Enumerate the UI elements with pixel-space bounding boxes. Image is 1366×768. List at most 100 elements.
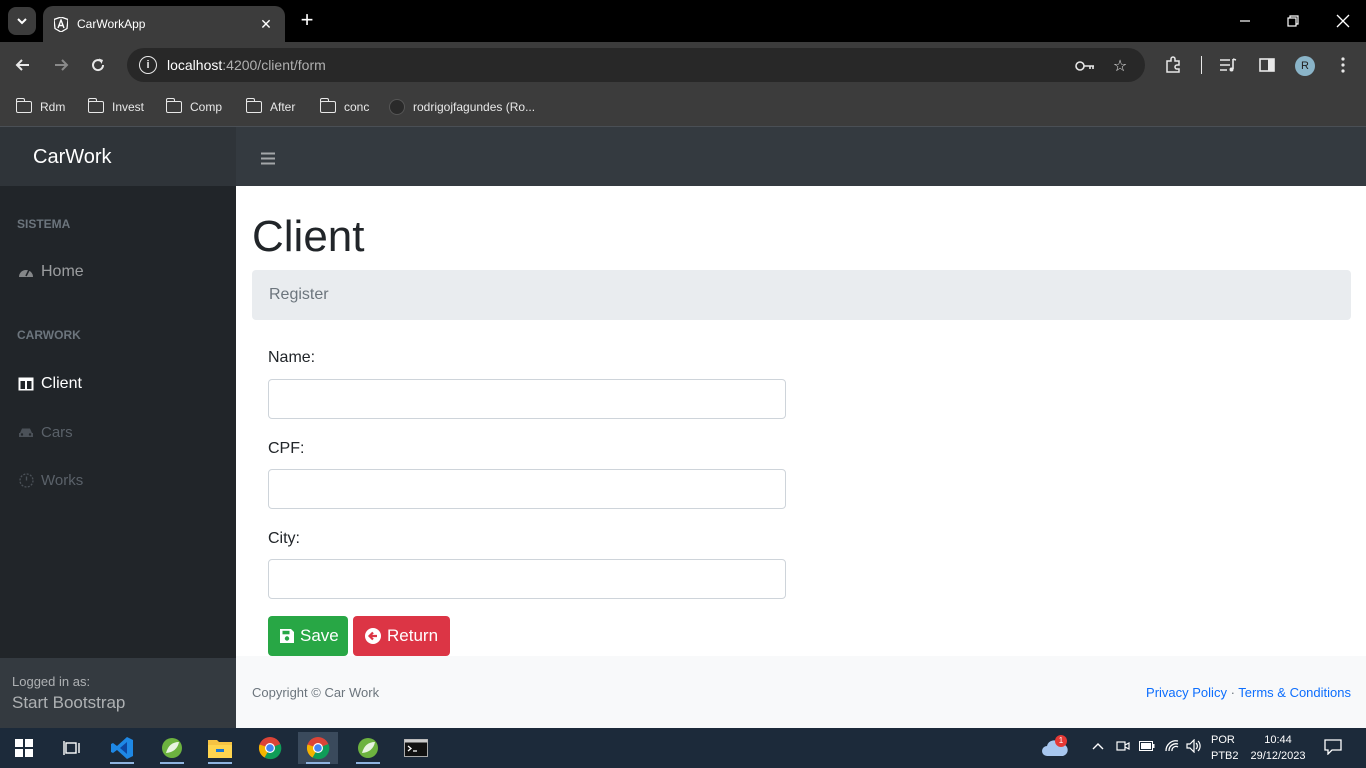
car-icon bbox=[17, 427, 35, 439]
language-indicator[interactable]: POR PTB2 bbox=[1211, 732, 1239, 764]
key-icon[interactable] bbox=[1075, 56, 1095, 76]
sidebar-item-home[interactable]: Home bbox=[17, 263, 84, 281]
footer-links: Privacy Policy · Terms & Conditions bbox=[1146, 685, 1351, 700]
bookmark-github[interactable]: rodrigojfagundes (Ro... bbox=[389, 98, 535, 116]
spring-leaf-icon bbox=[162, 738, 182, 758]
name-input[interactable] bbox=[268, 379, 786, 419]
privacy-policy-link[interactable]: Privacy Policy bbox=[1146, 685, 1227, 700]
new-tab-button[interactable]: + bbox=[296, 9, 318, 32]
bookmark-star-icon[interactable]: ☆ bbox=[1110, 56, 1130, 76]
folder-icon bbox=[319, 98, 336, 113]
save-button[interactable]: Save bbox=[268, 616, 348, 656]
minimize-button[interactable] bbox=[1222, 0, 1268, 42]
meet-now-icon[interactable] bbox=[1116, 739, 1130, 756]
sidebar-footer: Logged in as: Start Bootstrap bbox=[0, 658, 236, 728]
bookmark-label: After bbox=[270, 100, 296, 114]
keyboard-layout: PTB2 bbox=[1211, 750, 1239, 762]
taskbar-spring-tool-2[interactable] bbox=[348, 732, 388, 764]
restore-button[interactable] bbox=[1270, 0, 1316, 42]
taskbar-chrome-active[interactable] bbox=[298, 732, 338, 764]
wifi-icon[interactable] bbox=[1164, 739, 1180, 756]
sidebar-item-works[interactable]: Works bbox=[17, 472, 83, 489]
page-title: Client bbox=[252, 212, 365, 261]
browser-tab[interactable]: CarWorkApp ✕ bbox=[43, 6, 285, 42]
media-control-icon[interactable] bbox=[1217, 54, 1239, 76]
extensions-icon[interactable] bbox=[1162, 54, 1184, 76]
active-indicator bbox=[356, 762, 380, 764]
task-view-icon bbox=[63, 741, 80, 755]
close-window-button[interactable] bbox=[1320, 0, 1366, 42]
bookmark-label: Invest bbox=[112, 100, 145, 114]
brand-area: CarWork bbox=[0, 127, 236, 186]
sidebar-toggle-button[interactable] bbox=[261, 149, 275, 170]
clock-icon bbox=[17, 473, 35, 488]
active-indicator bbox=[110, 762, 134, 764]
return-label: Return bbox=[387, 626, 439, 645]
tab-search-button[interactable] bbox=[8, 7, 36, 35]
profile-avatar[interactable]: R bbox=[1295, 56, 1315, 76]
cpf-input[interactable] bbox=[268, 469, 786, 509]
restore-icon bbox=[1287, 15, 1299, 27]
toolbar-divider bbox=[1201, 56, 1202, 74]
tab-title: CarWorkApp bbox=[77, 17, 146, 31]
bookmark-label: Comp bbox=[190, 100, 223, 114]
windows-taskbar: 1 POR PTB2 10:44 29/12/2023 bbox=[0, 728, 1366, 768]
task-view-button[interactable] bbox=[52, 732, 92, 764]
chrome-icon bbox=[306, 737, 330, 760]
forward-button[interactable] bbox=[48, 52, 74, 78]
taskbar-spring-tool[interactable] bbox=[152, 732, 192, 764]
address-bar[interactable]: i localhost:4200/client/form ☆ bbox=[127, 48, 1145, 82]
main-content: Client Register Name: CPF: City: Save Re… bbox=[236, 186, 1366, 656]
reload-icon bbox=[92, 58, 105, 72]
sidebar-item-cars[interactable]: Cars bbox=[17, 424, 73, 441]
bookmark-conc[interactable]: conc bbox=[319, 98, 369, 116]
battery-icon[interactable] bbox=[1139, 740, 1155, 754]
save-label: Save bbox=[300, 626, 339, 645]
sidebar-item-label: Home bbox=[41, 263, 84, 280]
sidebar-item-client[interactable]: Client bbox=[17, 375, 82, 393]
sidebar-heading-carwork: CARWORK bbox=[17, 328, 81, 342]
return-button[interactable]: Return bbox=[353, 616, 450, 656]
taskbar-file-explorer[interactable] bbox=[200, 732, 240, 764]
chevron-up-icon bbox=[1092, 743, 1104, 750]
active-indicator bbox=[160, 762, 184, 764]
tachometer-icon bbox=[17, 265, 35, 279]
volume-icon[interactable] bbox=[1186, 738, 1202, 756]
breadcrumb-active: Register bbox=[269, 286, 329, 303]
bookmark-after[interactable]: After bbox=[245, 98, 296, 116]
city-input[interactable] bbox=[268, 559, 786, 599]
bookmark-comp[interactable]: Comp bbox=[165, 98, 223, 116]
action-center-button[interactable] bbox=[1324, 739, 1342, 758]
terms-link[interactable]: Terms & Conditions bbox=[1238, 685, 1351, 700]
close-icon bbox=[1336, 14, 1350, 28]
notification-badge: 1 bbox=[1055, 735, 1067, 747]
side-panel-icon[interactable] bbox=[1256, 54, 1278, 76]
github-icon bbox=[389, 99, 405, 115]
site-info-icon[interactable]: i bbox=[139, 56, 157, 74]
taskbar-chrome[interactable] bbox=[250, 732, 290, 764]
logged-in-user: Start Bootstrap bbox=[12, 693, 126, 712]
brand-link[interactable]: CarWork bbox=[33, 146, 112, 169]
back-button[interactable] bbox=[10, 52, 36, 78]
taskbar-vscode[interactable] bbox=[102, 732, 142, 764]
sidebar: SISTEMA Home CARWORK Client Cars Works L… bbox=[0, 186, 236, 728]
taskbar-terminal[interactable] bbox=[396, 732, 436, 764]
notification-icon bbox=[1324, 739, 1342, 756]
start-button[interactable] bbox=[4, 732, 44, 764]
folder-icon bbox=[165, 98, 182, 113]
bookmark-invest[interactable]: Invest bbox=[87, 98, 145, 116]
active-indicator bbox=[208, 762, 232, 764]
city-label: City: bbox=[268, 530, 300, 547]
reload-button[interactable] bbox=[85, 52, 111, 78]
breadcrumb: Register bbox=[252, 270, 1351, 320]
weather-button[interactable]: 1 bbox=[1041, 735, 1069, 761]
close-tab-icon[interactable]: ✕ bbox=[257, 16, 275, 33]
show-hidden-icons-button[interactable] bbox=[1092, 740, 1104, 754]
clock[interactable]: 10:44 29/12/2023 bbox=[1248, 732, 1308, 764]
logged-in-label: Logged in as: bbox=[12, 674, 91, 689]
angular-icon bbox=[53, 16, 69, 32]
cpf-label: CPF: bbox=[268, 440, 305, 457]
clock-date: 29/12/2023 bbox=[1250, 750, 1306, 762]
bookmark-rdm[interactable]: Rdm bbox=[15, 98, 65, 116]
menu-kebab-icon[interactable] bbox=[1332, 54, 1354, 76]
